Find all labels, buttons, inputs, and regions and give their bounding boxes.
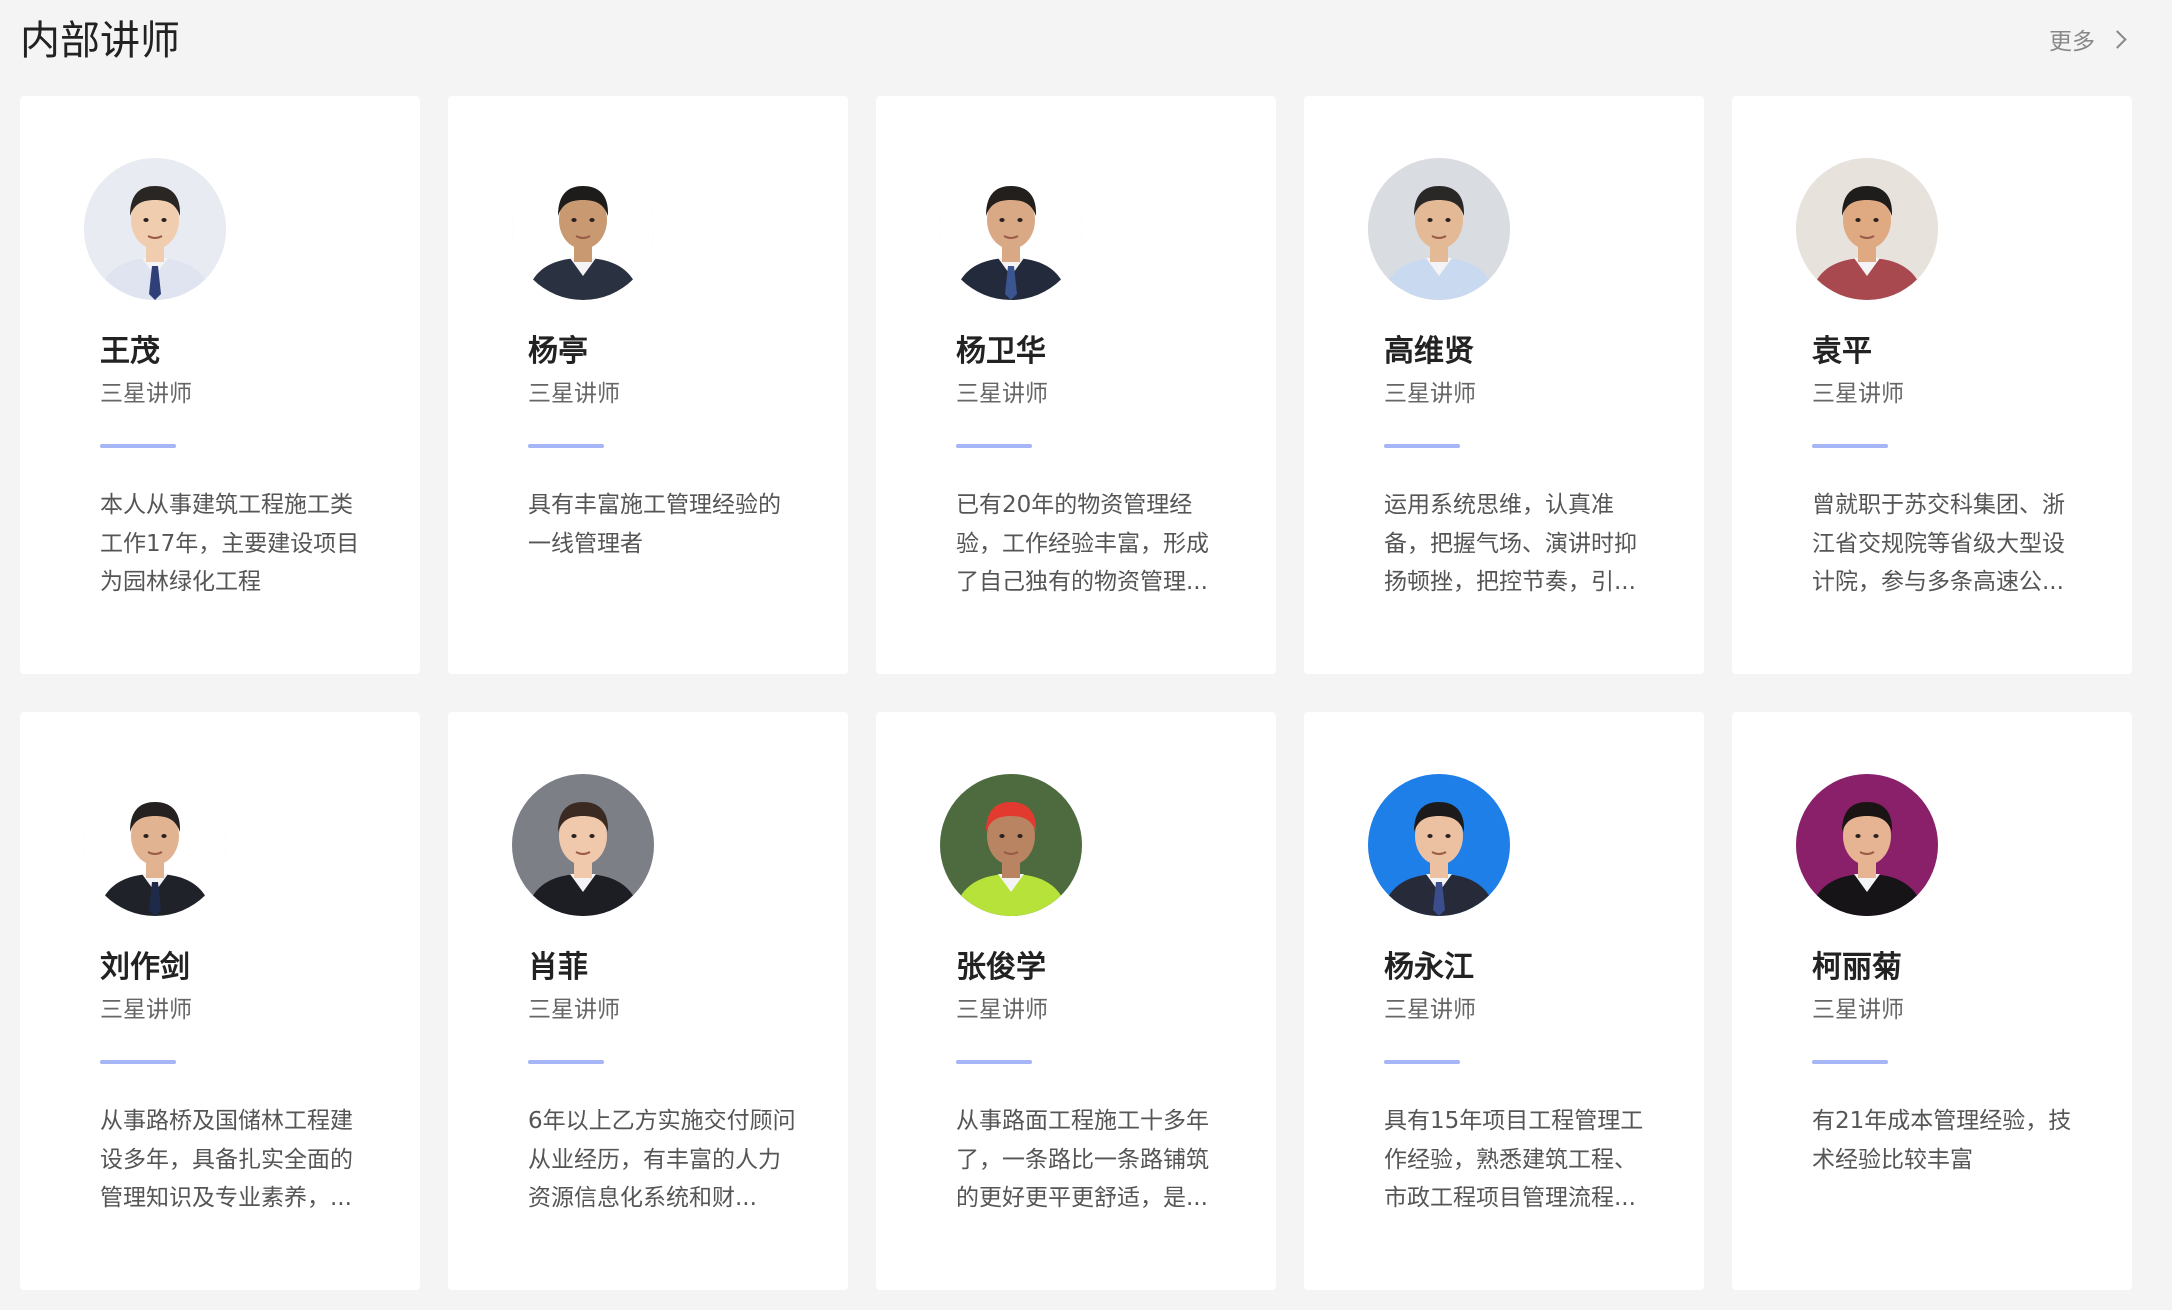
teacher-description: 具有丰富施工管理经验的一线管理者 (528, 492, 781, 557)
portrait-image (940, 774, 1082, 916)
teacher-level: 三星讲师 (956, 997, 1048, 1023)
teacher-name: 张俊学 (956, 950, 1046, 985)
card-divider (100, 444, 176, 448)
teacher-avatar (940, 158, 1082, 300)
chevron-right-icon (2108, 29, 2127, 49)
card-divider (1384, 1060, 1460, 1064)
teacher-name: 杨永江 (1384, 950, 1474, 985)
teacher-card[interactable]: 袁平 三星讲师 曾就职于苏交科集团、浙江省交规院等省级大型设计院，参与多条高速公… (1732, 96, 2132, 674)
teacher-level: 三星讲师 (1812, 381, 1904, 407)
page-title: 内部讲师 (20, 18, 180, 64)
teacher-avatar (512, 774, 654, 916)
more-label: 更多 (2049, 29, 2095, 55)
teacher-name: 袁平 (1812, 334, 1872, 369)
card-divider (956, 1060, 1032, 1064)
teacher-level: 三星讲师 (1384, 997, 1476, 1023)
teacher-name: 肖菲 (528, 950, 588, 985)
portrait-image (84, 158, 226, 300)
teacher-name: 柯丽菊 (1812, 950, 1902, 985)
teacher-card[interactable]: 柯丽菊 三星讲师 有21年成本管理经验，技术经验比较丰富 (1732, 712, 2132, 1290)
card-divider (956, 444, 1032, 448)
teacher-avatar (1796, 158, 1938, 300)
teacher-name: 刘作剑 (100, 950, 190, 985)
teacher-name: 王茂 (100, 334, 160, 369)
teacher-avatar (84, 774, 226, 916)
portrait-image (1796, 158, 1938, 300)
teacher-description: 6年以上乙方实施交付顾问从业经历，有丰富的人力资源信息化系统和财... (528, 1108, 796, 1211)
teacher-description: 已有20年的物资管理经验，工作经验丰富，形成了自己独有的物资管理... (956, 492, 1209, 595)
teacher-name: 杨卫华 (956, 334, 1046, 369)
card-divider (528, 1060, 604, 1064)
card-divider (100, 1060, 176, 1064)
portrait-image (940, 158, 1082, 300)
teacher-avatar (512, 158, 654, 300)
card-divider (1812, 1060, 1888, 1064)
teacher-level: 三星讲师 (528, 381, 620, 407)
teacher-card[interactable]: 肖菲 三星讲师 6年以上乙方实施交付顾问从业经历，有丰富的人力资源信息化系统和财… (448, 712, 848, 1290)
portrait-image (512, 774, 654, 916)
teacher-level: 三星讲师 (528, 997, 620, 1023)
section-header: 内部讲师 更多 (0, 0, 2172, 90)
teacher-card[interactable]: 杨亭 三星讲师 具有丰富施工管理经验的一线管理者 (448, 96, 848, 674)
portrait-image (1796, 774, 1938, 916)
portrait-image (1368, 774, 1510, 916)
teacher-description: 运用系统思维，认真准备，把握气场、演讲时抑扬顿挫，把控节奏，引... (1384, 492, 1637, 595)
teacher-card[interactable]: 王茂 三星讲师 本人从事建筑工程施工类工作17年，主要建设项目为园林绿化工程 (20, 96, 420, 674)
teacher-card[interactable]: 张俊学 三星讲师 从事路面工程施工十多年了，一条路比一条路铺筑的更好更平更舒适，… (876, 712, 1276, 1290)
teacher-level: 三星讲师 (100, 381, 192, 407)
teacher-description: 本人从事建筑工程施工类工作17年，主要建设项目为园林绿化工程 (100, 492, 360, 595)
teacher-avatar (1368, 158, 1510, 300)
teacher-card[interactable]: 杨卫华 三星讲师 已有20年的物资管理经验，工作经验丰富，形成了自己独有的物资管… (876, 96, 1276, 674)
teacher-card[interactable]: 杨永江 三星讲师 具有15年项目工程管理工作经验，熟悉建筑工程、市政工程项目管理… (1304, 712, 1704, 1290)
teacher-level: 三星讲师 (1812, 997, 1904, 1023)
teacher-card[interactable]: 刘作剑 三星讲师 从事路桥及国储林工程建设多年，具备扎实全面的管理知识及专业素养… (20, 712, 420, 1290)
teacher-grid: 王茂 三星讲师 本人从事建筑工程施工类工作17年，主要建设项目为园林绿化工程 杨… (20, 96, 2132, 1290)
card-divider (528, 444, 604, 448)
teacher-description: 从事路面工程施工十多年了，一条路比一条路铺筑的更好更平更舒适，是... (956, 1108, 1209, 1211)
portrait-image (512, 158, 654, 300)
portrait-image (84, 774, 226, 916)
teacher-level: 三星讲师 (100, 997, 192, 1023)
card-divider (1384, 444, 1460, 448)
teacher-name: 杨亭 (528, 334, 588, 369)
teacher-name: 高维贤 (1384, 334, 1474, 369)
teacher-level: 三星讲师 (1384, 381, 1476, 407)
teacher-description: 具有15年项目工程管理工作经验，熟悉建筑工程、市政工程项目管理流程... (1384, 1108, 1644, 1211)
teacher-avatar (1796, 774, 1938, 916)
card-divider (1812, 444, 1888, 448)
teacher-description: 有21年成本管理经验，技术经验比较丰富 (1812, 1108, 2072, 1173)
teacher-level: 三星讲师 (956, 381, 1048, 407)
teacher-avatar (84, 158, 226, 300)
teacher-avatar (940, 774, 1082, 916)
portrait-image (1368, 158, 1510, 300)
teacher-description: 从事路桥及国储林工程建设多年，具备扎实全面的管理知识及专业素养，... (100, 1108, 353, 1211)
teacher-card[interactable]: 高维贤 三星讲师 运用系统思维，认真准备，把握气场、演讲时抑扬顿挫，把控节奏，引… (1304, 96, 1704, 674)
teacher-description: 曾就职于苏交科集团、浙江省交规院等省级大型设计院，参与多条高速公... (1812, 492, 2065, 595)
teacher-avatar (1368, 774, 1510, 916)
more-link[interactable]: 更多 (2049, 22, 2127, 56)
